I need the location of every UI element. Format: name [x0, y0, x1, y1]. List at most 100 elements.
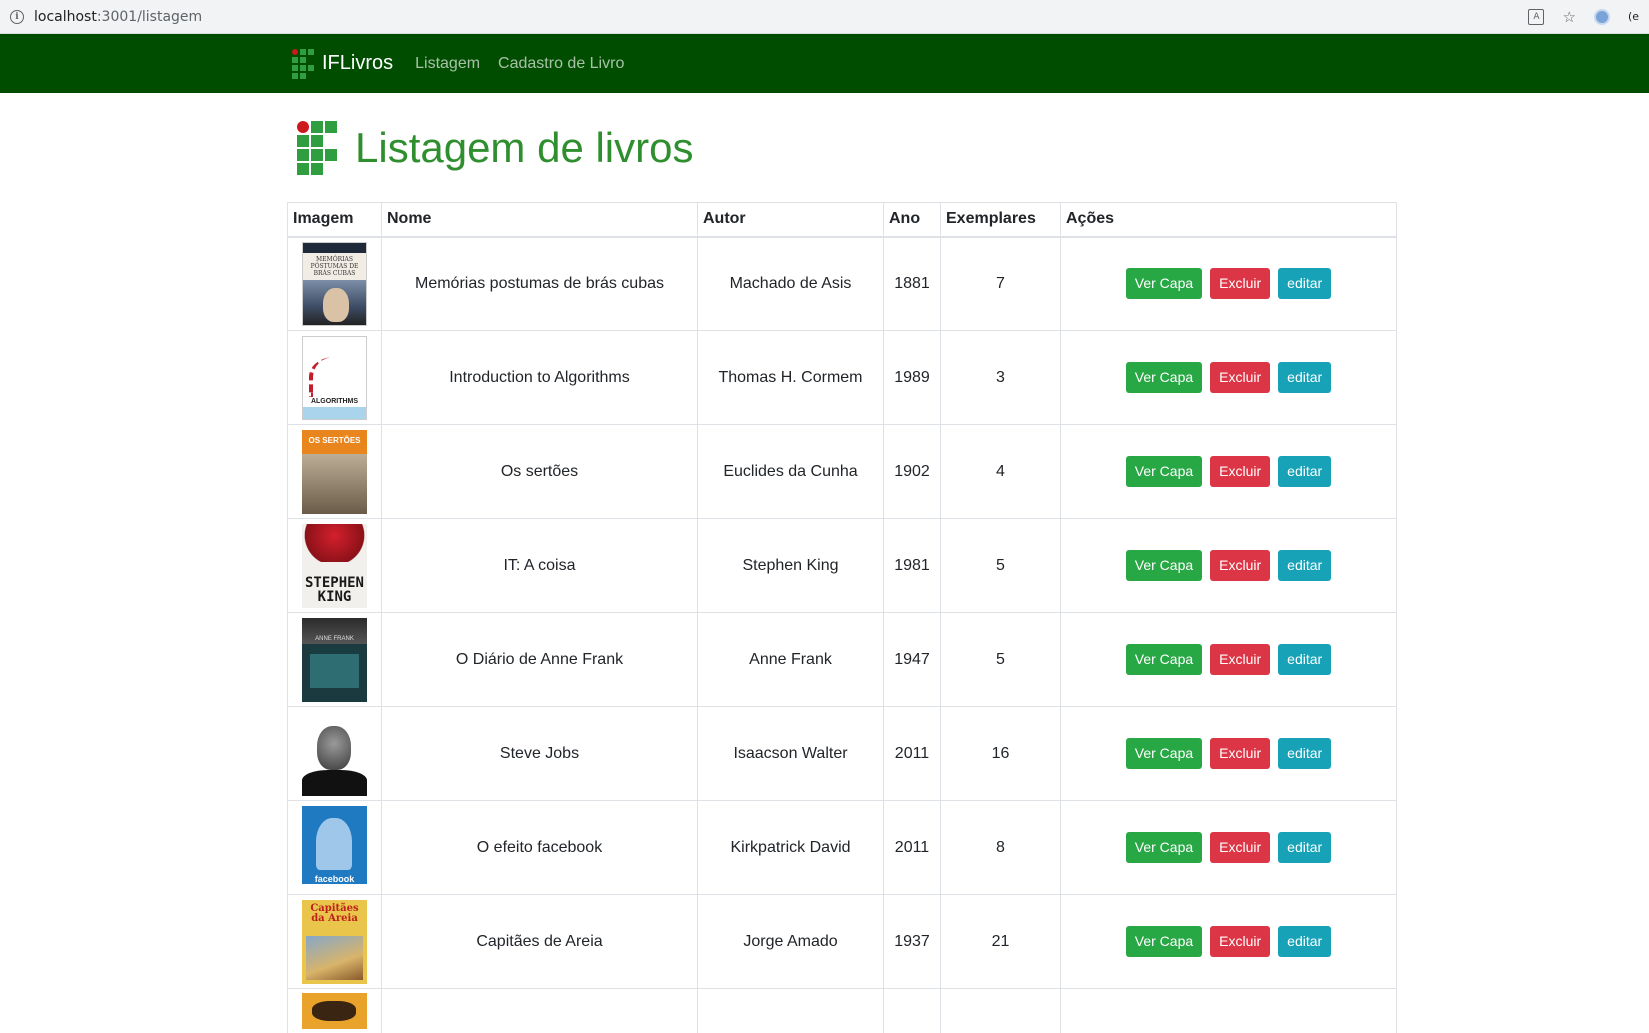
- ver-capa-button[interactable]: Ver Capa: [1126, 456, 1202, 487]
- book-name: Steve Jobs: [382, 707, 698, 801]
- table-row: Steve Jobs Isaacson Walter 2011 16 Ver C…: [288, 707, 1397, 801]
- star-icon[interactable]: ☆: [1562, 8, 1575, 26]
- editar-button[interactable]: editar: [1278, 550, 1331, 581]
- book-cover-image: MEMÓRIAS PÓSTUMAS DE BRÁS CUBAS: [302, 242, 367, 326]
- book-copies: 5: [941, 613, 1061, 707]
- actions-cell: Ver Capa Excluir editar: [1061, 801, 1397, 895]
- page-header: Listagem de livros: [287, 94, 1397, 202]
- excluir-button[interactable]: Excluir: [1210, 832, 1270, 863]
- column-header-ano: Ano: [884, 203, 941, 237]
- editar-button[interactable]: editar: [1278, 644, 1331, 675]
- book-year: 2011: [884, 707, 941, 801]
- book-author: Anne Frank: [698, 613, 884, 707]
- ver-capa-button[interactable]: Ver Capa: [1126, 268, 1202, 299]
- book-author: Euclides da Cunha: [698, 425, 884, 519]
- book-year: [884, 989, 941, 1033]
- ver-capa-button[interactable]: Ver Capa: [1126, 738, 1202, 769]
- book-author: Thomas H. Cormem: [698, 331, 884, 425]
- book-cover-image: [302, 712, 367, 796]
- ver-capa-button[interactable]: Ver Capa: [1126, 550, 1202, 581]
- books-table: Imagem Nome Autor Ano Exemplares Ações M…: [287, 202, 1397, 1033]
- book-author: Kirkpatrick David: [698, 801, 884, 895]
- book-cover-image: ALGORITHMS: [302, 336, 367, 420]
- book-cover-image: ANNE FRANK: [302, 618, 367, 702]
- translate-icon[interactable]: A: [1528, 9, 1544, 25]
- book-cover-image: Capitães da Areia: [302, 900, 367, 984]
- actions-cell: Ver Capa Excluir editar: [1061, 707, 1397, 801]
- extension-icon[interactable]: [1594, 9, 1610, 25]
- excluir-button[interactable]: Excluir: [1210, 738, 1270, 769]
- navbar: IFLivros Listagem Cadastro de Livro: [0, 34, 1649, 93]
- book-author: Machado de Asis: [698, 237, 884, 331]
- actions-cell: Ver Capa Excluir editar: [1061, 895, 1397, 989]
- book-copies: 16: [941, 707, 1061, 801]
- navbar-brand[interactable]: IFLivros: [292, 49, 393, 79]
- excluir-button[interactable]: Excluir: [1210, 926, 1270, 957]
- ver-capa-button[interactable]: Ver Capa: [1126, 832, 1202, 863]
- cover-cell: [288, 707, 382, 801]
- editar-button[interactable]: editar: [1278, 926, 1331, 957]
- cover-cell: MEMÓRIAS PÓSTUMAS DE BRÁS CUBAS: [288, 237, 382, 331]
- actions-cell: Ver Capa Excluir editar: [1061, 237, 1397, 331]
- if-logo-icon: [297, 121, 337, 175]
- book-year: 1947: [884, 613, 941, 707]
- book-copies: 21: [941, 895, 1061, 989]
- table-row: [288, 989, 1397, 1033]
- book-cover-image: OS SERTÕES: [302, 430, 367, 514]
- ver-capa-button[interactable]: Ver Capa: [1126, 362, 1202, 393]
- book-copies: 8: [941, 801, 1061, 895]
- book-cover-image: STEPHEN KING: [302, 524, 367, 608]
- book-year: 1981: [884, 519, 941, 613]
- excluir-button[interactable]: Excluir: [1210, 456, 1270, 487]
- nav-link-cadastro[interactable]: Cadastro de Livro: [498, 55, 624, 73]
- brand-name: IFLivros: [322, 52, 393, 75]
- book-year: 1902: [884, 425, 941, 519]
- url-text[interactable]: localhost:3001/listagem: [34, 9, 202, 25]
- book-year: 2011: [884, 801, 941, 895]
- excluir-button[interactable]: Excluir: [1210, 550, 1270, 581]
- editar-button[interactable]: editar: [1278, 832, 1331, 863]
- book-author: [698, 989, 884, 1033]
- editar-button[interactable]: editar: [1278, 738, 1331, 769]
- excluir-button[interactable]: Excluir: [1210, 268, 1270, 299]
- book-name: Os sertões: [382, 425, 698, 519]
- column-header-imagem: Imagem: [288, 203, 382, 237]
- book-name: Memórias postumas de brás cubas: [382, 237, 698, 331]
- book-copies: [941, 989, 1061, 1033]
- book-copies: 4: [941, 425, 1061, 519]
- url-host: localhost: [34, 9, 97, 25]
- cover-cell: ANNE FRANK: [288, 613, 382, 707]
- table-row: OS SERTÕES Os sertões Euclides da Cunha …: [288, 425, 1397, 519]
- excluir-button[interactable]: Excluir: [1210, 644, 1270, 675]
- book-year: 1881: [884, 237, 941, 331]
- excluir-button[interactable]: Excluir: [1210, 362, 1270, 393]
- column-header-autor: Autor: [698, 203, 884, 237]
- book-copies: 3: [941, 331, 1061, 425]
- cover-cell: [288, 989, 382, 1033]
- actions-cell: Ver Capa Excluir editar: [1061, 331, 1397, 425]
- info-icon[interactable]: i: [10, 10, 24, 24]
- if-logo-icon: [292, 49, 314, 79]
- ver-capa-button[interactable]: Ver Capa: [1126, 926, 1202, 957]
- page-title: Listagem de livros: [355, 124, 693, 172]
- ver-capa-button[interactable]: Ver Capa: [1126, 644, 1202, 675]
- cover-cell: STEPHEN KING: [288, 519, 382, 613]
- editar-button[interactable]: editar: [1278, 456, 1331, 487]
- cover-cell: Capitães da Areia: [288, 895, 382, 989]
- nav-link-listagem[interactable]: Listagem: [415, 55, 480, 73]
- cover-cell: OS SERTÕES: [288, 425, 382, 519]
- editar-button[interactable]: editar: [1278, 362, 1331, 393]
- book-name: Introduction to Algorithms: [382, 331, 698, 425]
- column-header-nome: Nome: [382, 203, 698, 237]
- table-row: facebook O efeito facebook Kirkpatrick D…: [288, 801, 1397, 895]
- browser-address-bar[interactable]: i localhost:3001/listagem A ☆ (e: [0, 0, 1649, 34]
- column-header-acoes: Ações: [1061, 203, 1397, 237]
- book-name: O efeito facebook: [382, 801, 698, 895]
- editar-button[interactable]: editar: [1278, 268, 1331, 299]
- book-year: 1989: [884, 331, 941, 425]
- table-row: ALGORITHMS Introduction to Algorithms Th…: [288, 331, 1397, 425]
- main-content: Listagem de livros Imagem Nome Autor Ano…: [287, 94, 1397, 1033]
- extension-overflow-icon[interactable]: (e: [1628, 10, 1639, 23]
- book-author: Isaacson Walter: [698, 707, 884, 801]
- table-row: ANNE FRANK O Diário de Anne Frank Anne F…: [288, 613, 1397, 707]
